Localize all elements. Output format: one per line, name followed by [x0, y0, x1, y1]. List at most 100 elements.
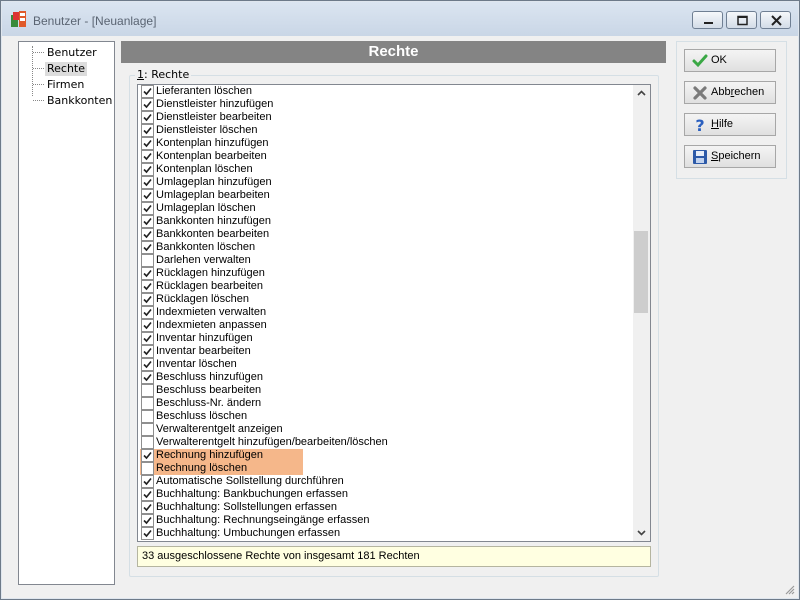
rights-checkbox[interactable]: [141, 397, 154, 410]
scroll-down-icon[interactable]: [633, 524, 650, 541]
rights-row[interactable]: Inventar löschen: [138, 358, 635, 371]
rights-row[interactable]: Rücklagen löschen: [138, 293, 635, 306]
maximize-button[interactable]: [726, 11, 757, 29]
rights-checkbox[interactable]: [141, 163, 154, 176]
rights-checkbox[interactable]: [141, 293, 154, 306]
title-bar[interactable]: Benutzer - [Neuanlage]: [2, 2, 798, 36]
rights-row[interactable]: Umlageplan bearbeiten: [138, 189, 635, 202]
rights-checkbox[interactable]: [141, 319, 154, 332]
rights-row[interactable]: Bankkonten löschen: [138, 241, 635, 254]
rights-row[interactable]: Kontenplan bearbeiten: [138, 150, 635, 163]
rights-checkbox[interactable]: [141, 384, 154, 397]
rights-checkbox[interactable]: [141, 111, 154, 124]
rights-checkbox[interactable]: [141, 501, 154, 514]
rights-checkbox[interactable]: [141, 150, 154, 163]
rights-row[interactable]: Bankkonten bearbeiten: [138, 228, 635, 241]
rights-row[interactable]: Bankkonten hinzufügen: [138, 215, 635, 228]
rights-row[interactable]: Verwalterentgelt hinzufügen/bearbeiten/l…: [138, 436, 635, 449]
rights-row[interactable]: Beschluss bearbeiten: [138, 384, 635, 397]
rights-row[interactable]: Inventar hinzufügen: [138, 332, 635, 345]
rights-checkbox[interactable]: [141, 98, 154, 111]
rights-label: Bankkonten bearbeiten: [156, 228, 270, 240]
rights-checkbox[interactable]: [141, 462, 154, 475]
scrollbar-thumb[interactable]: [634, 231, 648, 313]
rights-checkbox[interactable]: [141, 423, 154, 436]
rights-row[interactable]: Verwalterentgelt anzeigen: [138, 423, 635, 436]
rights-row[interactable]: Kontenplan löschen: [138, 163, 635, 176]
rights-row[interactable]: Buchhaltung: Umbuchungen erfassen: [138, 527, 635, 540]
rights-row[interactable]: Umlageplan löschen: [138, 202, 635, 215]
rights-checkbox[interactable]: [141, 449, 154, 462]
rights-checklist[interactable]: Lieferanten löschen Dienstleister hinzufü…: [137, 84, 651, 542]
rights-checkbox[interactable]: [141, 527, 154, 540]
navigation-tree: Benutzer Rechte Firmen Bankkonten: [18, 41, 115, 585]
rights-checkbox[interactable]: [141, 228, 154, 241]
rights-checkbox[interactable]: [141, 137, 154, 150]
rights-label: Buchhaltung: Umbuchungen erfassen: [156, 527, 341, 539]
help-button[interactable]: ? Hilfe: [684, 113, 776, 136]
help-icon: ?: [695, 116, 704, 134]
cancel-button[interactable]: Abbrechen: [684, 81, 776, 104]
vertical-scrollbar[interactable]: [633, 85, 650, 541]
rights-row[interactable]: Indexmieten anpassen: [138, 319, 635, 332]
checkmark-icon: [143, 217, 152, 226]
rights-checkbox[interactable]: [141, 124, 154, 137]
rights-row[interactable]: Buchhaltung: Sollstellungen erfassen: [138, 501, 635, 514]
rights-checkbox[interactable]: [141, 371, 154, 384]
rights-row[interactable]: Darlehen verwalten: [138, 254, 635, 267]
rights-checkbox[interactable]: [141, 332, 154, 345]
rights-label: Umlageplan bearbeiten: [156, 189, 270, 201]
rights-checkbox[interactable]: [141, 215, 154, 228]
rights-checkbox[interactable]: [141, 85, 154, 98]
rights-checkbox[interactable]: [141, 189, 154, 202]
rights-row[interactable]: Dienstleister bearbeiten: [138, 111, 635, 124]
rights-row[interactable]: Buchhaltung: Bankbuchungen erfassen: [138, 488, 635, 501]
rights-checkbox[interactable]: [141, 280, 154, 293]
rights-checkbox[interactable]: [141, 176, 154, 189]
rights-row[interactable]: Beschluss hinzufügen: [138, 371, 635, 384]
rights-row[interactable]: Umlageplan hinzufügen: [138, 176, 635, 189]
minimize-button[interactable]: [692, 11, 723, 29]
close-button[interactable]: [760, 11, 791, 29]
scroll-up-icon[interactable]: [633, 85, 650, 102]
tree-connector: [33, 52, 44, 53]
rights-checkbox[interactable]: [141, 254, 154, 267]
rights-row[interactable]: Dienstleister hinzufügen: [138, 98, 635, 111]
tree-item-benutzer[interactable]: Benutzer: [45, 46, 99, 60]
rights-checkbox[interactable]: [141, 475, 154, 488]
rights-checkbox[interactable]: [141, 306, 154, 319]
ok-button-label: OK: [711, 54, 727, 66]
tree-item-rechte[interactable]: Rechte: [45, 62, 88, 76]
rights-row[interactable]: Beschluss-Nr. ändern: [138, 397, 635, 410]
rights-checkbox[interactable]: [141, 488, 154, 501]
tree-connector: [33, 84, 44, 85]
checkmark-icon: [143, 490, 152, 499]
rights-checkbox[interactable]: [141, 436, 154, 449]
status-text: 33 ausgeschlossene Rechte von insgesamt …: [137, 546, 651, 567]
rights-row[interactable]: Beschluss löschen: [138, 410, 635, 423]
rights-row[interactable]: Rechnung hinzufügen: [138, 449, 635, 462]
rights-checkbox[interactable]: [141, 358, 154, 371]
rights-checkbox[interactable]: [141, 202, 154, 215]
rights-checkbox[interactable]: [141, 514, 154, 527]
checkmark-icon: [143, 321, 152, 330]
rights-row[interactable]: Rücklagen hinzufügen: [138, 267, 635, 280]
tree-item-bankkonten[interactable]: Bankkonten: [45, 94, 114, 108]
rights-row[interactable]: Buchhaltung: Rechnungseingänge erfassen: [138, 514, 635, 527]
rights-row[interactable]: Automatische Sollstellung durchführen: [138, 475, 635, 488]
rights-row[interactable]: Lieferanten löschen: [138, 85, 635, 98]
tree-item-firmen[interactable]: Firmen: [45, 78, 86, 92]
rights-checkbox[interactable]: [141, 241, 154, 254]
rights-row[interactable]: Rechnung löschen: [138, 462, 635, 475]
resize-grip-icon[interactable]: [783, 583, 795, 595]
rights-row[interactable]: Dienstleister löschen: [138, 124, 635, 137]
rights-row[interactable]: Rücklagen bearbeiten: [138, 280, 635, 293]
rights-row[interactable]: Inventar bearbeiten: [138, 345, 635, 358]
rights-row[interactable]: Kontenplan hinzufügen: [138, 137, 635, 150]
save-button[interactable]: Speichern: [684, 145, 776, 168]
rights-checkbox[interactable]: [141, 267, 154, 280]
rights-checkbox[interactable]: [141, 410, 154, 423]
ok-button[interactable]: OK: [684, 49, 776, 72]
rights-checkbox[interactable]: [141, 345, 154, 358]
rights-row[interactable]: Indexmieten verwalten: [138, 306, 635, 319]
